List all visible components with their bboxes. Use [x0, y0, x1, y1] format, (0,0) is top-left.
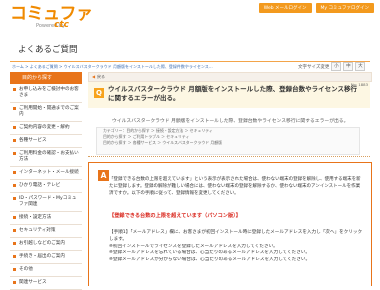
answer-step: 【手順1】「メールアドレス」欄に、お客さまが初回インストール時に登録したメールア… [109, 230, 363, 242]
answer-note: ※初回インストールでライセンスを登録したメールアドレスを入力してください。 [109, 243, 278, 249]
sidebar-item-label: お引越しなどのご案内 [19, 241, 65, 246]
page: コミュファ Powered by ctc Web メールログイン My コミュフ… [0, 0, 380, 290]
sidebar-item-label: 手続き・届出のご案内 [19, 254, 65, 259]
bullet-icon [13, 152, 16, 155]
answer-red-heading: 【登録できる台数の上限を超えています（パソコン版）】 [109, 213, 241, 219]
sidebar-item-label: 各種サービス [19, 138, 47, 143]
logo-text: コミュファ [10, 4, 93, 24]
sidebar-item-label: ご利用開始・開通までのご案内 [19, 106, 79, 117]
bullet-icon [13, 216, 16, 219]
sidebar-item-label: ご利用料金の確認・お支払い方法 [19, 151, 79, 162]
bullet-icon [13, 281, 16, 284]
bullet-icon [13, 139, 16, 142]
bullet-icon [13, 126, 16, 129]
sidebar-item-services[interactable]: 各種サービス [10, 135, 82, 148]
bullet-icon [13, 88, 16, 91]
question-number: No: 1883 [350, 82, 368, 87]
sidebar-item-internet[interactable]: インターネット・メール接続 [10, 167, 82, 180]
sidebar-item-label: ひかり電話・テレビ [19, 183, 61, 188]
bullet-icon [13, 197, 16, 200]
bullet-icon [13, 242, 16, 245]
sidebar-item-label: セキュリティ対策 [19, 228, 56, 233]
page-title-bar: よくあるご質問 [0, 39, 380, 59]
category-line[interactable]: 目的から探す ＞ 各種サービス ＞ ウイルスバスタークラウド 月額版 [97, 140, 359, 146]
sidebar-item-billing[interactable]: ご利用料金の確認・お支払い方法 [10, 148, 82, 167]
sidebar: 目的から探す お申し込みをご検討中のお客さま ご利用開始・開通までのご案内 ご契… [10, 72, 82, 290]
sidebar-item-procedures[interactable]: 手続き・届出のご案内 [10, 251, 82, 264]
font-size-large-button[interactable]: 大 [355, 62, 366, 71]
bullet-icon [13, 229, 16, 232]
sidebar-item-phone-tv[interactable]: ひかり電話・テレビ [10, 180, 82, 193]
answer-paragraph: 「登録できる台数の上限を超えています」という表示が表示された場合は、使わない端末… [109, 177, 361, 196]
answer-box: A 「登録できる台数の上限を超えています」という表示が表示された場合は、使わない… [88, 162, 372, 286]
font-size-medium-button[interactable]: 中 [343, 62, 354, 71]
sidebar-item-label: ご契約内容の変更・解約 [19, 125, 70, 130]
font-size-control: 文字サイズ変更 小 中 大 [298, 62, 366, 71]
back-link[interactable]: 戻る [97, 74, 105, 80]
bullet-icon [13, 255, 16, 258]
sidebar-item-start[interactable]: ご利用開始・開通までのご案内 [10, 103, 82, 122]
site-header: コミュファ Powered by ctc Web メールログイン My コミュフ… [0, 0, 380, 38]
answer-note: ※登録メールアドレスを忘れている場合は、心当たりのあるメールアドレスを入力してく… [109, 250, 310, 256]
bullet-icon [13, 171, 16, 174]
sidebar-item-label: その他 [19, 267, 33, 272]
sidebar-item-security[interactable]: セキュリティ対策 [10, 225, 82, 238]
sidebar-item-label: ID・パスワード・Myコミュファ関連 [19, 196, 77, 207]
sidebar-item-id-password[interactable]: ID・パスワード・Myコミュファ関連 [10, 193, 82, 212]
breadcrumb[interactable]: ホーム > よくあるご質問 > ウイルスバスタークラウド 月額版をインストールし… [12, 64, 213, 70]
sidebar-item-settings[interactable]: 接続・設定方法 [10, 212, 82, 225]
page-title: よくあるご質問 [18, 45, 78, 55]
sidebar-item-label: インターネット・メール接続 [19, 170, 79, 175]
webmail-login-button[interactable]: Web メールログイン [258, 3, 312, 13]
sidebar-item-related[interactable]: 関連サービス [10, 277, 82, 290]
sidebar-item-other[interactable]: その他 [10, 264, 82, 277]
category-box: カテゴリー：目的から探す ＞ 接続・設定方法 ＞ セキュリティ 目的から探す ＞… [96, 127, 360, 155]
sidebar-item-label: 関連サービス [19, 280, 47, 285]
sidebar-heading: 目的から探す [10, 72, 82, 84]
question-badge: Q [94, 88, 104, 98]
bullet-icon [13, 107, 16, 110]
sidebar-item-label: 接続・設定方法 [19, 215, 52, 220]
bullet-icon [13, 184, 16, 187]
dotted-divider [88, 156, 370, 157]
font-size-label: 文字サイズ変更 [298, 64, 330, 70]
question-box: Q ウイルスバスタークラウド 月額版をインストールした際、登録台数やライセンス移… [88, 82, 370, 108]
font-size-small-button[interactable]: 小 [331, 62, 342, 71]
bullet-icon [13, 268, 16, 271]
logo-brand: ctc [54, 20, 69, 30]
header-buttons: Web メールログイン My コミュファログイン [258, 3, 374, 13]
back-arrow-icon: ◀ [92, 74, 96, 79]
main-content: ◀ 戻る Q ウイルスバスタークラウド 月額版をインストールした際、登録台数やラ… [88, 72, 372, 286]
commufa-logo[interactable]: コミュファ Powered by ctc [10, 4, 93, 31]
question-text: ウイルスバスタークラウド 月額版をインストールした際、登録台数やライセンス移行に… [108, 85, 358, 102]
answer-note: ※登録メールアドレスが分からない場合は、心当たりのあるメールアドレスを入力してく… [109, 257, 311, 263]
sidebar-item-moving[interactable]: お引越しなどのご案内 [10, 238, 82, 251]
back-bar[interactable]: ◀ 戻る [88, 72, 372, 82]
question-summary: ウイルスバスタークラウド 月額版をインストールした際、登録台数やライセンス移行に… [112, 119, 349, 124]
answer-steps: 【手順1】「メールアドレス」欄に、お客さまが初回インストール時に登録したメールア… [109, 230, 364, 264]
sidebar-item-consider[interactable]: お申し込みをご検討中のお客さま [10, 84, 82, 103]
answer-badge: A [98, 170, 109, 181]
sidebar-item-label: お申し込みをご検討中のお客さま [19, 87, 79, 98]
mypage-login-button[interactable]: My コミュファログイン [315, 3, 374, 13]
sidebar-item-contract[interactable]: ご契約内容の変更・解約 [10, 122, 82, 135]
